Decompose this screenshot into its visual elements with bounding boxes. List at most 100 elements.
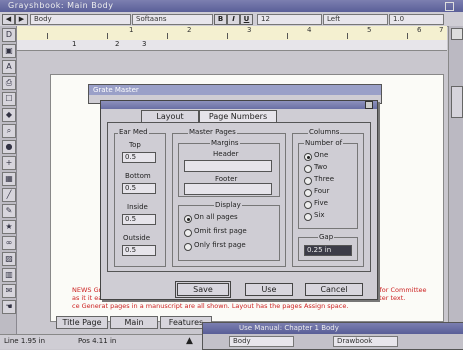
columns-option-label[interactable]: Five bbox=[314, 199, 328, 207]
page-up-icon[interactable]: ▲ bbox=[186, 336, 193, 346]
dialog-titlebar[interactable] bbox=[101, 101, 377, 109]
bottom-margin-field[interactable]: 0.5 bbox=[122, 183, 156, 194]
master-window-title: Grate Master bbox=[89, 85, 381, 95]
display-option-label[interactable]: On all pages bbox=[194, 213, 238, 221]
pos-status: Pos 4.11 in bbox=[78, 337, 117, 345]
columns-option-label[interactable]: Two bbox=[314, 163, 327, 171]
next-arrow-icon[interactable]: ▶ bbox=[15, 14, 28, 25]
tab-ruler[interactable]: 1 2 3 bbox=[17, 40, 447, 51]
ruler-tab-marker[interactable]: 3 bbox=[142, 40, 146, 48]
window-title: Grayshbook: Main Body bbox=[8, 1, 114, 10]
line-tool-icon[interactable]: ╱ bbox=[2, 188, 16, 202]
footer-label: Footer bbox=[214, 175, 239, 183]
field-label: Top bbox=[128, 141, 142, 149]
master-pages-dialog: Layout Page Numbers Ear Med Top 0.5 Bott… bbox=[100, 100, 378, 300]
footer-field[interactable] bbox=[184, 183, 272, 195]
columns-option-label[interactable]: Four bbox=[314, 187, 329, 195]
margins-legend: Margins bbox=[210, 139, 240, 147]
chart-tool-icon[interactable]: ▥ bbox=[2, 268, 16, 282]
search-tool-icon[interactable]: ⌕ bbox=[2, 124, 16, 138]
second-window-title: Use Manual: Chapter 1 Body bbox=[239, 324, 339, 332]
toolbox: D ▣ A ⎙ ☐ ◆ ⌕ ● + ▦ ╱ ✎ ★ ∞ ▨ ▥ ✉ ☚ bbox=[0, 26, 17, 348]
top-margin-field[interactable]: 0.5 bbox=[122, 152, 156, 163]
display-option-label[interactable]: Omit first page bbox=[194, 227, 247, 235]
pencil-tool-icon[interactable]: ✎ bbox=[2, 204, 16, 218]
ruler-number: 1 bbox=[129, 26, 134, 34]
font-select[interactable]: Softaans bbox=[132, 14, 213, 25]
scroll-thumb[interactable] bbox=[451, 86, 463, 118]
number-of-label: Number of bbox=[304, 139, 344, 147]
note-tool-icon[interactable]: ✉ bbox=[2, 284, 16, 298]
ruler-tab-marker[interactable]: 1 bbox=[72, 40, 76, 48]
header-field[interactable] bbox=[184, 160, 272, 172]
graphics-tool-icon[interactable]: ◆ bbox=[2, 108, 16, 122]
underline-button[interactable]: U bbox=[240, 14, 253, 25]
line-status: Line 1.95 in bbox=[4, 337, 46, 345]
italic-button[interactable]: I bbox=[227, 14, 240, 25]
table-tool-icon[interactable]: ▦ bbox=[2, 172, 16, 186]
print-tool-icon[interactable]: ⎙ bbox=[2, 76, 16, 90]
star-tool-icon[interactable]: ★ bbox=[2, 220, 16, 234]
save-button[interactable]: Save bbox=[175, 281, 231, 298]
ruler-number: 5 bbox=[367, 26, 372, 34]
style-select[interactable]: Body bbox=[30, 14, 131, 25]
hand-tool-icon[interactable]: ☚ bbox=[2, 300, 16, 314]
link-tool-icon[interactable]: ∞ bbox=[2, 236, 16, 250]
second-window-titlebar[interactable]: Use Manual: Chapter 1 Body bbox=[203, 323, 463, 334]
display-radio[interactable] bbox=[184, 229, 192, 237]
ruler-number: 4 bbox=[307, 26, 312, 34]
use-button[interactable]: Use bbox=[245, 283, 293, 296]
size-select[interactable]: 12 bbox=[257, 14, 322, 25]
second-document-window[interactable]: Use Manual: Chapter 1 Body Body Drawbook bbox=[202, 322, 463, 350]
close-box-icon[interactable] bbox=[445, 2, 454, 11]
dialog-close-icon[interactable] bbox=[365, 101, 373, 109]
columns-radio[interactable] bbox=[304, 177, 312, 185]
header-label: Header bbox=[212, 150, 240, 158]
cancel-button[interactable]: Cancel bbox=[305, 283, 363, 296]
display-radio[interactable] bbox=[184, 215, 192, 223]
display-option-label[interactable]: Only first page bbox=[194, 241, 246, 249]
gap-field[interactable]: 0.25 in bbox=[304, 245, 352, 256]
scroll-up-icon[interactable] bbox=[451, 28, 463, 40]
layout-panel: Ear Med Top 0.5 Bottom 0.5 Inside 0.5 Ou… bbox=[107, 122, 371, 272]
align-select[interactable]: Left bbox=[323, 14, 388, 25]
ruler-number: 3 bbox=[247, 26, 252, 34]
columns-legend: Columns bbox=[308, 128, 341, 136]
prev-arrow-icon[interactable]: ◀ bbox=[2, 14, 15, 25]
ruler[interactable]: 1 2 3 4 5 6 7 bbox=[17, 26, 447, 41]
page-tool-icon[interactable]: ☐ bbox=[2, 92, 16, 106]
spacing-select[interactable]: 1.0 bbox=[389, 14, 444, 25]
vertical-scrollbar[interactable] bbox=[448, 26, 463, 326]
ear-med-legend: Ear Med bbox=[118, 128, 149, 136]
bold-button[interactable]: B bbox=[214, 14, 227, 25]
columns-radio[interactable] bbox=[304, 213, 312, 221]
tab-main[interactable]: Main bbox=[110, 316, 158, 329]
ruler-number: 2 bbox=[187, 26, 192, 34]
text-tool-icon[interactable]: A bbox=[2, 60, 16, 74]
ruler-number: 6 bbox=[417, 26, 422, 34]
color-tool-icon[interactable]: ● bbox=[2, 140, 16, 154]
field-label: Bottom bbox=[124, 172, 152, 180]
columns-radio[interactable] bbox=[304, 165, 312, 173]
frame-tool-icon[interactable]: ▣ bbox=[2, 44, 16, 58]
second-font-select[interactable]: Drawbook bbox=[333, 336, 398, 347]
zoom-tool-icon[interactable]: + bbox=[2, 156, 16, 170]
ruler-tab-marker[interactable]: 2 bbox=[115, 40, 119, 48]
columns-option-label[interactable]: One bbox=[314, 151, 328, 159]
inside-margin-field[interactable]: 0.5 bbox=[122, 214, 156, 225]
columns-radio[interactable] bbox=[304, 189, 312, 197]
pointer-tool-icon[interactable]: D bbox=[2, 28, 16, 42]
columns-radio[interactable] bbox=[304, 153, 312, 161]
format-bar: ◀ ▶ Body Softaans B I U 12 Left 1.0 bbox=[0, 12, 463, 27]
window-titlebar[interactable]: Grayshbook: Main Body bbox=[0, 0, 463, 12]
columns-option-label[interactable]: Three bbox=[314, 175, 334, 183]
tab-title-page[interactable]: Title Page bbox=[56, 316, 108, 329]
text-line: ce Generat pages in a manuscript are all… bbox=[72, 302, 349, 310]
second-style-select[interactable]: Body bbox=[229, 336, 294, 347]
outside-margin-field[interactable]: 0.5 bbox=[122, 245, 156, 256]
columns-option-label[interactable]: Six bbox=[314, 211, 325, 219]
columns-radio[interactable] bbox=[304, 201, 312, 209]
master-pages-legend: Master Pages bbox=[188, 128, 237, 136]
display-radio[interactable] bbox=[184, 243, 192, 251]
image-tool-icon[interactable]: ▨ bbox=[2, 252, 16, 266]
